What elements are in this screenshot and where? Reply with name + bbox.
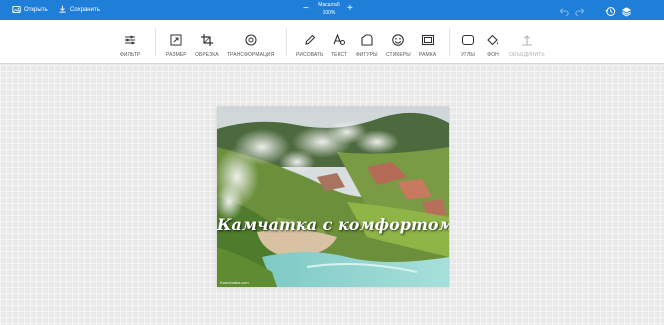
tool-resize-label: РАЗМЕР	[166, 52, 187, 58]
sliders-icon	[123, 33, 137, 49]
tool-frame-label: РАМКА	[419, 52, 437, 58]
tool-transform-label: ТРАНСФОРМАЦИЯ	[227, 52, 275, 58]
zoom-label: Масштаб	[318, 2, 340, 8]
tool-stickers-label: СТИКЕРЫ	[386, 52, 411, 58]
tool-crop[interactable]: ОБРЕЗКА	[195, 30, 219, 58]
history-icon[interactable]	[605, 4, 616, 16]
save-label: Сохранить	[70, 7, 100, 13]
edited-photo[interactable]: Камчатка с комфортом! Kamchatka.com	[217, 107, 449, 287]
tool-draw-label: РИСОВАТЬ	[296, 52, 324, 58]
landscape-photo	[217, 107, 449, 287]
divider	[155, 28, 156, 56]
pencil-icon	[303, 33, 317, 49]
download-icon	[58, 5, 67, 16]
tool-background-label: ФОН	[487, 52, 499, 58]
tool-shapes[interactable]: ФИГУРЫ	[356, 30, 378, 58]
tool-resize[interactable]: РАЗМЕР	[166, 30, 187, 58]
tool-shapes-label: ФИГУРЫ	[356, 52, 378, 58]
paint-bucket-icon	[486, 33, 500, 49]
open-button[interactable]: Открыть	[12, 0, 48, 20]
tool-background[interactable]: ФОН	[486, 30, 500, 58]
tool-filter-label: ФИЛЬТР	[120, 52, 141, 58]
rotate-icon	[244, 33, 258, 49]
redo-icon[interactable]	[574, 4, 585, 17]
photo-watermark: Kamchatka.com	[220, 280, 249, 285]
tool-corners[interactable]: УГЛЫ	[461, 30, 475, 58]
layers-icon[interactable]	[621, 4, 632, 17]
rounded-rect-icon	[461, 33, 475, 49]
tool-corners-label: УГЛЫ	[461, 52, 475, 58]
save-button[interactable]: Сохранить	[58, 0, 100, 20]
top-bar: Открыть Сохранить − Масштаб 100% +	[0, 0, 664, 20]
tool-filter[interactable]: ФИЛЬТР	[120, 30, 140, 58]
tool-text[interactable]: ТЕКСТ	[331, 30, 347, 58]
tools-toolbar: ФИЛЬТР РАЗМЕР ОБРЕЗКА ТРАНСФОРМАЦИЯ РИСО…	[0, 20, 664, 64]
resize-icon	[169, 33, 183, 49]
text-icon	[332, 33, 346, 49]
smile-icon	[391, 33, 405, 49]
zoom-control: − Масштаб 100% +	[300, 0, 356, 20]
tool-draw[interactable]: РИСОВАТЬ	[296, 30, 324, 58]
shapes-icon	[360, 33, 374, 49]
zoom-in-button[interactable]: +	[347, 4, 353, 14]
image-icon	[12, 5, 21, 16]
tool-stickers[interactable]: СТИКЕРЫ	[386, 30, 411, 58]
divider	[449, 28, 450, 56]
undo-icon[interactable]	[559, 4, 570, 17]
tool-crop-label: ОБРЕЗКА	[195, 52, 219, 58]
zoom-value: 100%	[322, 10, 336, 16]
tool-frame[interactable]: РАМКА	[419, 30, 436, 58]
merge-icon	[520, 33, 534, 49]
tool-merge-label: ОБЪЕДИНИТЬ	[509, 52, 545, 58]
crop-icon	[200, 33, 214, 49]
photo-caption: Камчатка с комфортом!	[217, 215, 449, 234]
open-label: Открыть	[24, 7, 48, 13]
tool-text-label: ТЕКСТ	[331, 52, 348, 58]
tool-transform[interactable]: ТРАНСФОРМАЦИЯ	[227, 30, 274, 58]
divider	[286, 28, 287, 56]
tool-merge[interactable]: ОБЪЕДИНИТЬ	[509, 30, 545, 58]
frame-icon	[421, 33, 435, 49]
zoom-out-button[interactable]: −	[303, 4, 309, 14]
